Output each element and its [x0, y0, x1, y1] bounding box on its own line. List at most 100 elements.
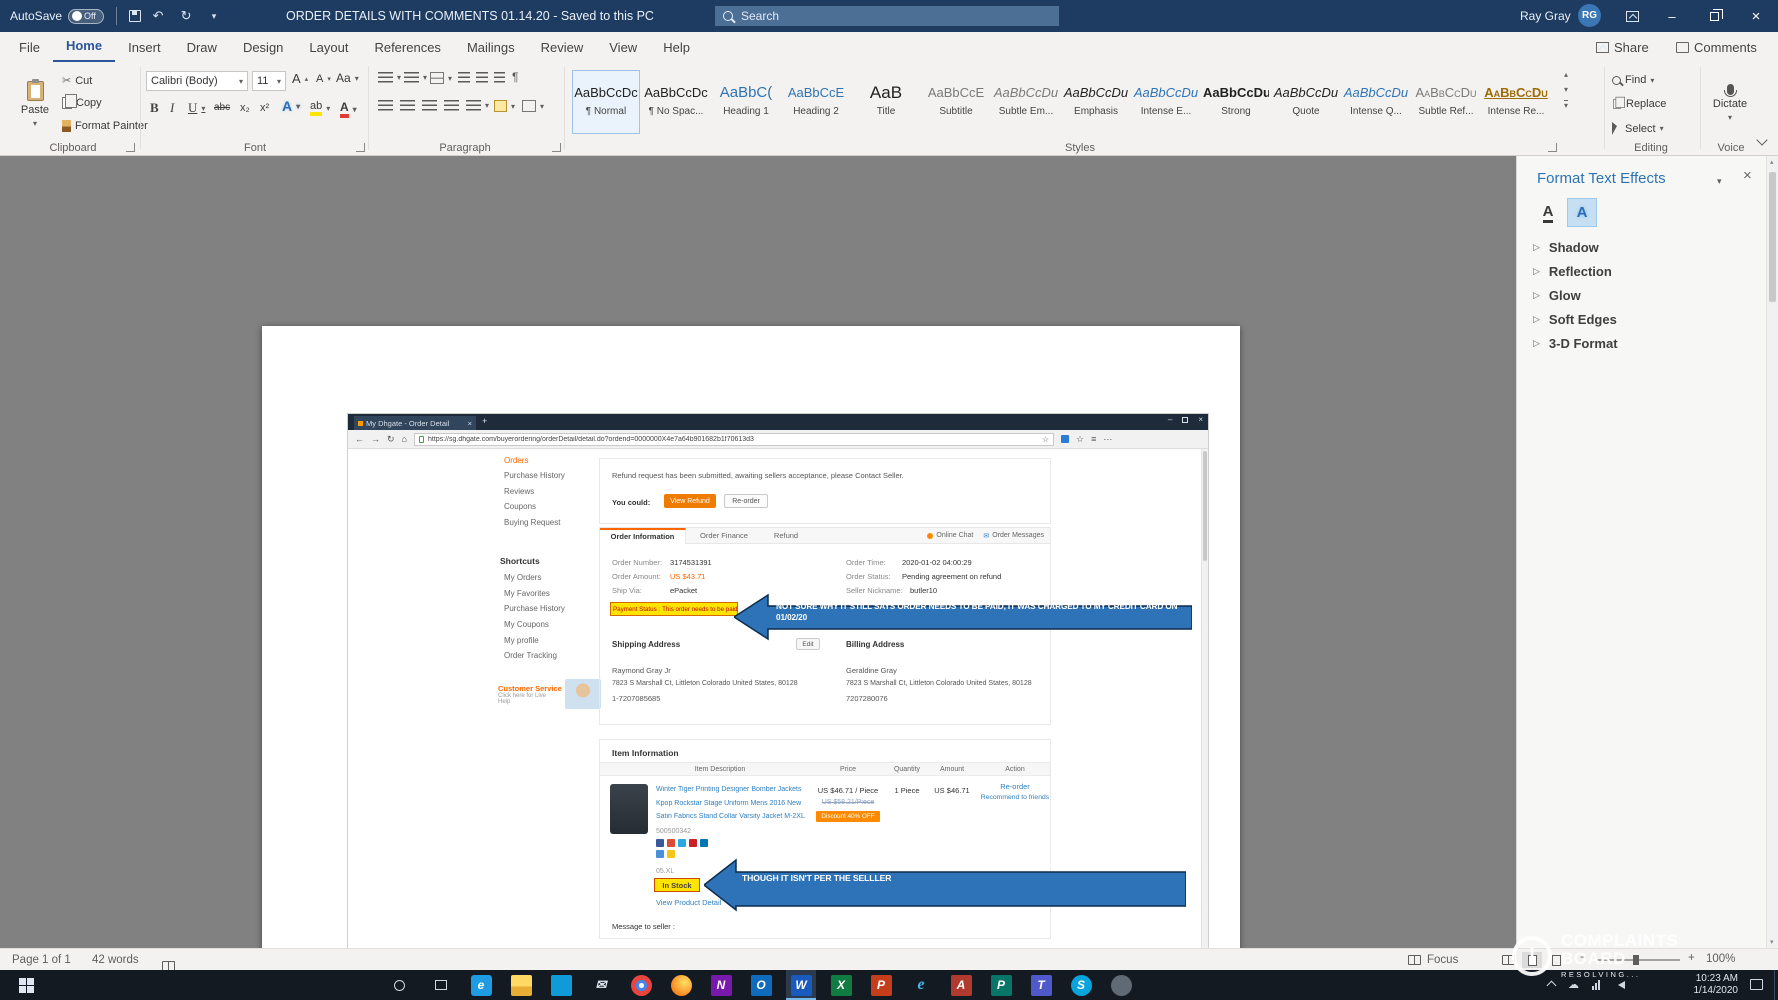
text-effects-tab[interactable]: A [1567, 198, 1597, 227]
text-effects-button[interactable]: A▾ [282, 98, 300, 114]
shortcut-my-favorites[interactable]: My Favorites [504, 589, 550, 598]
browser-menu-icon[interactable]: ⋯ [1103, 434, 1112, 445]
tab-insert[interactable]: Insert [115, 33, 174, 62]
pane-close-icon[interactable]: × [1743, 167, 1752, 184]
volume-tray-icon[interactable] [1618, 981, 1625, 989]
style-heading1[interactable]: AaBbC(Heading 1 [712, 70, 780, 134]
close-button[interactable]: × [1736, 0, 1776, 32]
sort-button[interactable] [494, 72, 505, 83]
select-button[interactable]: Select▾ [1612, 122, 1664, 135]
increase-indent-button[interactable] [476, 72, 488, 83]
justify-button[interactable] [444, 100, 459, 111]
show-formatting-button[interactable]: ¶ [512, 70, 518, 84]
style-title[interactable]: AaBTitle [852, 70, 920, 134]
bookmark-star-icon[interactable]: ☆ [1042, 435, 1049, 444]
style-subtitle[interactable]: AaBbCcESubtitle [922, 70, 990, 134]
font-dialog-launcher[interactable] [356, 143, 365, 152]
online-chat-link[interactable]: Online Chat [927, 532, 973, 539]
undo-icon[interactable]: ↶ [147, 8, 169, 24]
action-reorder-link[interactable]: Re-order [978, 782, 1052, 791]
browser-tab[interactable]: My Dhgate - Order Detail × [354, 416, 476, 430]
bold-button[interactable]: B [150, 100, 159, 116]
style-heading2[interactable]: AaBbCcEHeading 2 [782, 70, 850, 134]
sidebar-item-reviews[interactable]: Reviews [504, 487, 534, 496]
style-no-spacing[interactable]: AaBbCcDc¶ No Spac... [642, 70, 710, 134]
copy-button[interactable]: Copy [62, 97, 102, 109]
tray-chevron-icon[interactable] [1547, 981, 1557, 991]
browser-scrollbar-thumb[interactable] [1203, 451, 1207, 561]
tab-layout[interactable]: Layout [296, 33, 361, 62]
hub-icon[interactable]: ≡ [1091, 434, 1096, 444]
sidebar-item-coupons[interactable]: Coupons [504, 502, 536, 511]
tab-order-information[interactable]: Order Information [600, 528, 686, 544]
share-pinterest-icon[interactable] [689, 839, 697, 847]
tab-order-finance[interactable]: Order Finance [686, 531, 762, 540]
favorites-icon[interactable]: ☆ [1076, 434, 1084, 445]
taskbar-teams-icon[interactable]: T [1026, 970, 1056, 1000]
font-color-button[interactable]: A▾ [340, 100, 357, 118]
dictate-button[interactable]: Dictate ▾ [1706, 68, 1754, 138]
tab-refund[interactable]: Refund [762, 531, 810, 540]
restore-button[interactable] [1694, 0, 1734, 32]
order-messages-link[interactable]: ✉Order Messages [983, 532, 1044, 540]
taskbar-onenote-icon[interactable]: N [706, 970, 736, 1000]
taskbar-word-icon[interactable]: W [786, 970, 816, 1000]
sidebar-item-buying-request[interactable]: Buying Request [504, 518, 560, 527]
styles-scroll-down-icon[interactable]: ▾ [1564, 85, 1568, 94]
clipboard-dialog-launcher[interactable] [126, 143, 135, 152]
share-button[interactable]: Share [1596, 32, 1649, 62]
taskbar-mail-icon[interactable]: ✉ [586, 970, 616, 1000]
multilevel-list-button[interactable]: ▾ [430, 72, 452, 84]
style-strong[interactable]: AaBbCcDuStrong [1202, 70, 1270, 134]
browser-restore-icon[interactable] [1182, 417, 1188, 423]
taskbar-publisher-icon[interactable]: P [986, 970, 1016, 1000]
taskbar-internet-explorer-icon[interactable]: e [906, 970, 936, 1000]
superscript-button[interactable]: x² [260, 102, 269, 114]
search-box[interactable]: Search [714, 5, 1060, 27]
shortcut-my-orders[interactable]: My Orders [504, 573, 541, 582]
comments-button[interactable]: Comments [1676, 32, 1757, 62]
tab-help[interactable]: Help [650, 33, 703, 62]
tab-references[interactable]: References [361, 33, 453, 62]
style-quote[interactable]: AaBbCcDuQuote [1272, 70, 1340, 134]
section-reflection[interactable]: ▷Reflection [1533, 264, 1612, 279]
view-refund-button[interactable]: View Refund [664, 494, 716, 508]
section-soft-edges[interactable]: ▷Soft Edges [1533, 312, 1617, 327]
focus-button[interactable]: Focus [1408, 949, 1458, 971]
format-painter-button[interactable]: Format Painter [62, 120, 148, 132]
home-icon[interactable]: ⌂ [402, 434, 407, 444]
shrink-font-button[interactable]: A▾ [316, 73, 331, 85]
grow-font-button[interactable]: A▴ [292, 71, 308, 86]
numbering-button[interactable]: ▾ [404, 72, 427, 83]
shortcut-my-profile[interactable]: My profile [504, 636, 539, 645]
section-shadow[interactable]: ▷Shadow [1533, 240, 1599, 255]
tab-design[interactable]: Design [230, 33, 296, 62]
line-spacing-button[interactable]: ▾ [466, 100, 489, 111]
share-facebook-icon[interactable] [656, 839, 664, 847]
pane-dropdown-icon[interactable]: ▾ [1717, 176, 1722, 187]
ribbon-display-options-icon[interactable] [1612, 0, 1652, 32]
styles-more-icon[interactable]: ▾ [1564, 100, 1568, 110]
action-center-icon[interactable] [1750, 979, 1763, 990]
subscript-button[interactable]: x₂ [240, 102, 250, 114]
styles-dialog-launcher[interactable] [1548, 143, 1557, 152]
tab-home[interactable]: Home [53, 31, 115, 63]
address-bar[interactable]: https://sg.dhgate.com/buyerordering/orde… [414, 433, 1054, 446]
avatar[interactable]: RG [1578, 4, 1601, 27]
tab-draw[interactable]: Draw [174, 33, 230, 62]
style-subtle-reference[interactable]: AaBbCcDuSubtle Ref... [1412, 70, 1480, 134]
taskbar-excel-icon[interactable]: X [826, 970, 856, 1000]
taskbar-outlook-icon[interactable]: O [746, 970, 776, 1000]
font-name-combo[interactable]: Calibri (Body)▾ [146, 71, 248, 91]
browser-close-icon[interactable]: × [1198, 415, 1203, 424]
taskbar-access-icon[interactable]: A [946, 970, 976, 1000]
bullets-button[interactable]: ▾ [378, 72, 401, 83]
underline-button[interactable]: U▾ [188, 100, 205, 116]
section-glow[interactable]: ▷Glow [1533, 288, 1581, 303]
scroll-up-icon[interactable]: ▴ [1770, 158, 1774, 166]
cut-button[interactable]: ✂Cut [62, 74, 92, 87]
proofing-icon[interactable] [162, 961, 175, 971]
cortana-search-button[interactable] [382, 970, 416, 1000]
decrease-indent-button[interactable] [458, 72, 470, 83]
font-size-combo[interactable]: 11▾ [252, 71, 286, 91]
